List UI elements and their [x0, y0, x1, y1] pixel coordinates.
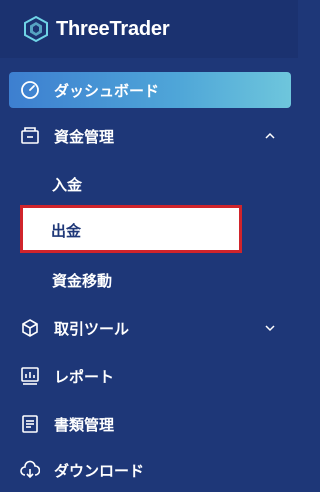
sidebar-subitem-deposit[interactable]: 入金: [0, 160, 298, 208]
sidebar-subitem-label: 入金: [52, 175, 83, 194]
sidebar-item-reports[interactable]: レポート: [0, 352, 298, 400]
document-icon: [20, 414, 40, 434]
sidebar-item-label: レポート: [54, 367, 115, 386]
sidebar-subitem-label: 資金移動: [52, 271, 113, 290]
sidebar-item-label: 書類管理: [54, 415, 115, 434]
brand-header: ThreeTrader: [0, 0, 298, 58]
sidebar-item-label: 資金管理: [54, 127, 115, 146]
cube-icon: [20, 318, 40, 338]
sidebar: ThreeTrader ダッシュボード 資金管理 入金 出金 資金移動 取引ツー…: [0, 0, 298, 492]
sidebar-item-trading-tools[interactable]: 取引ツール: [0, 304, 298, 352]
wallet-icon: [20, 126, 40, 146]
sidebar-item-downloads[interactable]: ダウンロード: [0, 446, 298, 492]
brand-name: ThreeTrader: [56, 17, 170, 40]
sidebar-subitem-transfer[interactable]: 資金移動: [0, 256, 298, 304]
sidebar-item-label: ダッシュボード: [54, 81, 160, 100]
sidebar-subitem-label: 出金: [51, 222, 82, 240]
gauge-icon: [20, 80, 40, 100]
chevron-up-icon[interactable]: [264, 130, 276, 142]
chevron-down-icon[interactable]: [264, 322, 276, 334]
sidebar-item-documents[interactable]: 書類管理: [0, 400, 298, 448]
cloud-download-icon: [20, 460, 40, 480]
report-icon: [20, 366, 40, 386]
threetrader-logo-icon: [24, 15, 48, 43]
sidebar-item-funds[interactable]: 資金管理: [0, 112, 298, 160]
sidebar-subitem-withdraw[interactable]: 出金: [20, 205, 242, 253]
sidebar-item-label: ダウンロード: [54, 461, 145, 480]
sidebar-item-dashboard[interactable]: ダッシュボード: [0, 66, 298, 114]
sidebar-item-label: 取引ツール: [54, 319, 130, 338]
